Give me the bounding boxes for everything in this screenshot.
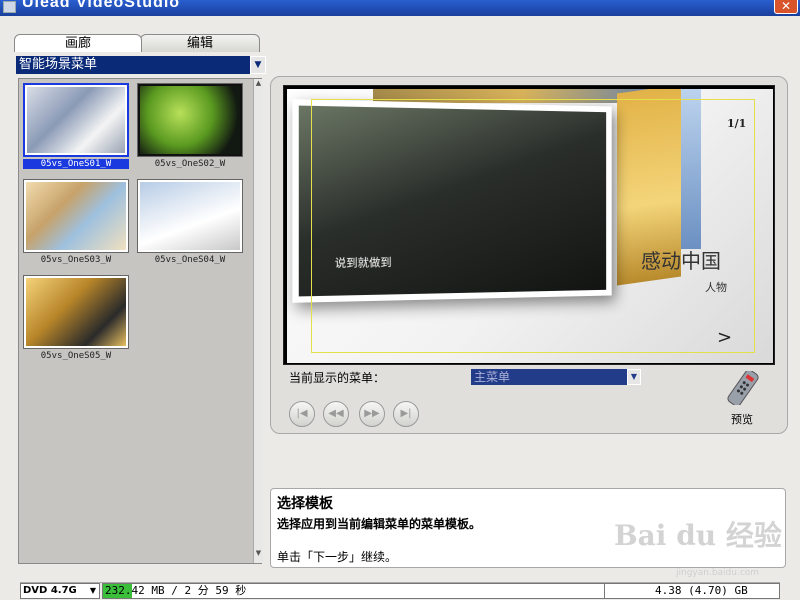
menu-subtitle-text: 人物: [705, 279, 727, 295]
menu-category-value: 智能场景菜单: [19, 57, 97, 72]
template-preview-image: [26, 182, 126, 250]
disc-usage-text: 232.42 MB / 2 分 59 秒: [105, 584, 246, 598]
disc-type-value: DVD 4.7G: [23, 585, 77, 596]
menu-preview-canvas: 说到就做到 1/1 感动中国 人物 >: [287, 89, 773, 363]
template-thumbnail-5[interactable]: 05vs_OneS05_W: [23, 275, 129, 365]
menu-title-text: 感动中国: [641, 245, 721, 274]
menu-preview-screen: 说到就做到 1/1 感动中国 人物 >: [283, 85, 775, 365]
skip-to-start-icon[interactable]: |◀: [289, 401, 315, 427]
template-preview-image: [27, 87, 125, 153]
template-thumbnail-1[interactable]: 05vs_OneS01_W: [23, 83, 129, 173]
template-label: 05vs_OneS02_W: [137, 159, 243, 169]
disc-type-select[interactable]: DVD 4.7G ▼: [20, 583, 100, 599]
scroll-down-icon[interactable]: ▼: [254, 549, 263, 561]
current-menu-select[interactable]: 主菜单 ▼: [471, 369, 641, 385]
help-title: 选择模板: [277, 493, 779, 513]
chevron-down-icon[interactable]: ▼: [250, 56, 266, 74]
rewind-icon[interactable]: ◀◀: [323, 401, 349, 427]
tab-edit[interactable]: 编辑: [140, 34, 260, 52]
template-preview-image: [140, 182, 240, 250]
baidu-watermark-url: jingyan.baidu.com: [676, 568, 759, 578]
page-number: 1/1: [727, 117, 746, 130]
gallery-pane: 画廊 编辑 智能场景菜单 ▼ 05vs_OneS01_W 05vs_OneS02…: [12, 32, 264, 572]
chevron-down-icon[interactable]: ▼: [627, 369, 641, 385]
status-bar: DVD 4.7G ▼ 232.42 MB / 2 分 59 秒 4.38 (4.…: [20, 582, 780, 598]
template-label: 05vs_OneS05_W: [23, 351, 129, 361]
title-safe-frame: [311, 99, 755, 353]
template-label: 05vs_OneS04_W: [137, 255, 243, 265]
template-thumbnail-list: 05vs_OneS01_W 05vs_OneS02_W 05vs_OneS03_…: [18, 78, 262, 564]
window-titlebar: Ulead VideoStudio ✕: [0, 0, 800, 16]
template-thumbnail-2[interactable]: 05vs_OneS02_W: [137, 83, 243, 173]
menu-category-select[interactable]: 智能场景菜单 ▼: [16, 56, 266, 74]
window-title: Ulead VideoStudio: [22, 0, 180, 12]
baidu-watermark-logo: Bai du 经验: [614, 514, 782, 554]
current-menu-value: 主菜单: [474, 370, 510, 384]
app-icon: [3, 1, 16, 13]
next-page-arrow[interactable]: >: [717, 327, 732, 348]
template-label: 05vs_OneS01_W: [23, 159, 129, 169]
template-thumbnail-3[interactable]: 05vs_OneS03_W: [23, 179, 129, 269]
scroll-up-icon[interactable]: ▲: [254, 79, 263, 91]
template-thumbnail-4[interactable]: 05vs_OneS04_W: [137, 179, 243, 269]
chevron-down-icon[interactable]: ▼: [87, 584, 99, 598]
preview-panel: 说到就做到 1/1 感动中国 人物 > 当前显示的菜单： 主菜单 ▼ |◀ ◀◀…: [270, 76, 788, 434]
template-preview-image: [26, 278, 126, 346]
skip-to-end-icon[interactable]: ▶|: [393, 401, 419, 427]
current-menu-label: 当前显示的菜单：: [289, 369, 385, 386]
disc-usage-bar: 232.42 MB / 2 分 59 秒: [102, 583, 682, 599]
disc-capacity-text: 4.38 (4.70) GB: [604, 583, 780, 599]
template-label: 05vs_OneS03_W: [23, 255, 129, 265]
preview-button-label[interactable]: 预览: [731, 411, 753, 427]
close-button[interactable]: ✕: [774, 0, 798, 14]
fast-forward-icon[interactable]: ▶▶: [359, 401, 385, 427]
thumbnail-scrollbar[interactable]: ▲ ▼: [253, 79, 263, 563]
tab-gallery[interactable]: 画廊: [14, 34, 142, 52]
template-preview-image: [140, 86, 240, 154]
remote-control-icon[interactable]: [723, 371, 763, 405]
